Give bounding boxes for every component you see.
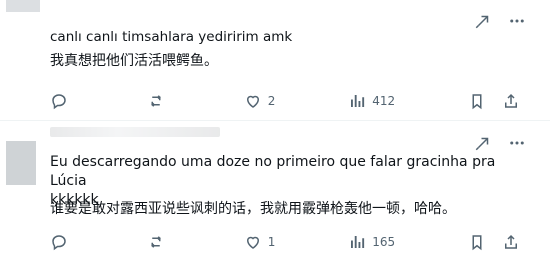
like-button[interactable]: 1 (244, 233, 276, 251)
grok-icon[interactable] (474, 134, 492, 152)
avatar[interactable] (6, 0, 40, 12)
tweet-right-actions (468, 233, 520, 251)
repost-icon (151, 95, 161, 107)
avatar[interactable] (6, 141, 36, 185)
share-icon[interactable] (502, 233, 520, 251)
tweet-actions: 1 165 (50, 233, 520, 251)
views-count: 412 (372, 94, 396, 108)
tweet-translation: 谁要是敢对露西亚说些讽刺的话，我就用霰弹枪轰他一顿，哈哈。 (50, 201, 456, 217)
bookmark-icon[interactable] (468, 233, 486, 251)
repost-button[interactable] (147, 92, 171, 110)
tweet-translation: 我真想把他们活活喂鳄鱼。 (50, 53, 218, 69)
like-count: 2 (267, 94, 276, 108)
like-icon (246, 236, 259, 249)
views-icon (351, 236, 365, 248)
views-button[interactable]: 165 (348, 233, 395, 251)
author-name-blurred (50, 127, 220, 137)
reply-button[interactable] (50, 92, 74, 110)
reply-button[interactable] (50, 233, 74, 251)
reply-icon (52, 94, 66, 110)
like-button[interactable]: 2 (244, 92, 276, 110)
views-count: 165 (372, 235, 396, 249)
repost-icon (151, 236, 161, 248)
tweet-right-actions (468, 92, 520, 110)
bookmark-icon[interactable] (468, 92, 486, 110)
like-count: 1 (267, 235, 276, 249)
tweet-text: canlı canlı timsahlara yediririm amk (50, 29, 293, 45)
views-icon (351, 95, 365, 107)
share-icon[interactable] (502, 92, 520, 110)
like-icon (246, 95, 259, 108)
tweet[interactable]: Eu descarregando uma doze no primeiro qu… (0, 121, 550, 260)
views-button[interactable]: 412 (348, 92, 395, 110)
tweet-top-actions (474, 134, 526, 152)
tweet-actions: 2 412 (50, 92, 520, 110)
repost-button[interactable] (147, 233, 171, 251)
reply-icon (52, 235, 66, 251)
tweet[interactable]: canlı canlı timsahlara yediririm amk 我真想… (0, 0, 550, 120)
more-icon[interactable] (508, 134, 526, 152)
